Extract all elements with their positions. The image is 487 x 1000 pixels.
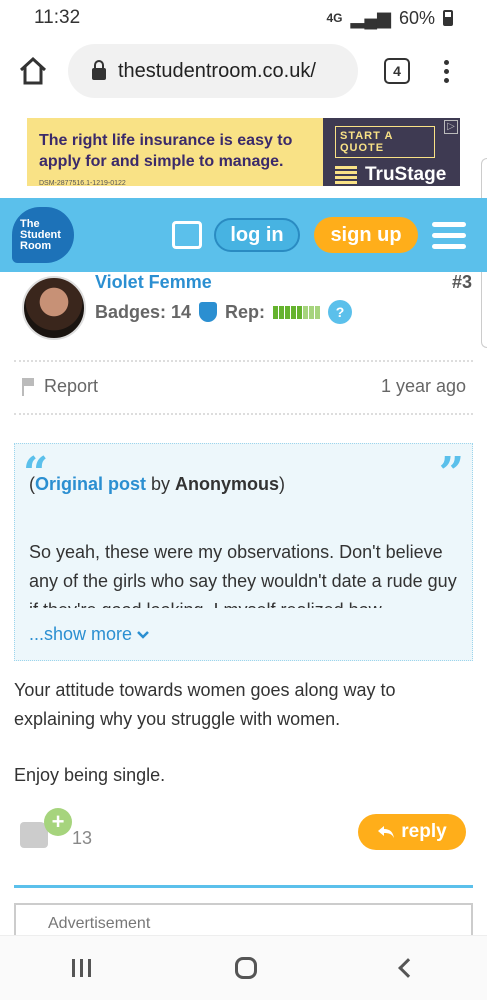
ad-headline-block: The right life insurance is easy to appl… — [27, 118, 323, 187]
status-bar: 11:32 4G ▂▄▆ 60% — [0, 0, 487, 36]
avatar[interactable] — [22, 276, 86, 340]
post-body: Your attitude towards women goes along w… — [14, 676, 474, 790]
system-nav-bar — [0, 935, 487, 1000]
report-row: Report 1 year ago — [22, 376, 466, 397]
post-paragraph: Your attitude towards women goes along w… — [14, 680, 396, 729]
top-advertisement[interactable]: The right life insurance is easy to appl… — [27, 118, 460, 187]
help-icon[interactable]: ? — [328, 300, 353, 324]
badges-count: Badges: 14 — [95, 301, 192, 322]
browser-toolbar: thestudentroom.co.uk/ 4 — [0, 36, 487, 106]
battery-icon — [443, 10, 453, 26]
trustage-logo-icon — [335, 166, 357, 184]
clock: 11:32 — [34, 7, 81, 28]
new-post-icon[interactable] — [172, 221, 202, 249]
recent-apps-button[interactable] — [72, 959, 91, 977]
like-button[interactable]: + 13 — [20, 808, 100, 853]
post-username[interactable]: Violet Femme — [95, 272, 212, 293]
browser-home-button[interactable] — [16, 54, 50, 88]
address-bar[interactable]: thestudentroom.co.uk/ — [68, 44, 358, 98]
quote-attribution: (Original post by Anonymous) — [29, 474, 285, 495]
system-home-button[interactable] — [235, 957, 257, 979]
chevron-down-icon — [137, 631, 149, 639]
hamburger-menu-icon[interactable] — [432, 221, 466, 249]
browser-menu-button[interactable] — [444, 59, 449, 83]
ad-brand-name: TruStage — [365, 164, 447, 185]
post-timestamp: 1 year ago — [380, 376, 466, 396]
reply-button[interactable]: reply — [358, 814, 466, 850]
status-icons: 4G ▂▄▆ 60% — [326, 7, 453, 29]
site-logo[interactable]: The Student Room — [12, 207, 74, 263]
report-link[interactable]: Report — [22, 376, 98, 397]
adchoices-icon[interactable]: ▷ — [444, 120, 458, 134]
ad-fineprint: DSM-2877516.1-1219-0122 — [39, 180, 126, 187]
divider — [14, 360, 473, 362]
home-icon — [19, 56, 47, 85]
rep-bars — [273, 305, 321, 319]
site-header: The Student Room log in sign up — [0, 198, 487, 272]
site-logo-text: The Student Room — [20, 218, 61, 252]
reply-label: reply — [401, 821, 447, 842]
quote-author: Anonymous — [175, 474, 280, 494]
advertisement-label: Advertisement — [48, 915, 151, 932]
quote-body: So yeah, these were my observations. Don… — [29, 542, 457, 608]
ad-cta-button[interactable]: START A QUOTE — [335, 126, 435, 158]
ad-brand-panel: START A QUOTE TruStage — [323, 118, 460, 186]
lock-icon — [92, 60, 106, 80]
signal-icon: ▂▄▆ — [350, 7, 391, 28]
plus-icon: + — [44, 808, 72, 836]
tab-count: 4 — [393, 63, 401, 79]
battery-level: 60% — [398, 7, 435, 28]
user-stats: Badges: 14 Rep: ? — [95, 300, 353, 324]
post-paragraph: Enjoy being single. — [14, 765, 166, 785]
signup-button[interactable]: sign up — [314, 217, 418, 253]
system-back-button[interactable] — [398, 958, 418, 978]
url-text: thestudentroom.co.uk/ — [118, 59, 316, 82]
close-quote-icon: ” — [438, 448, 464, 499]
flag-icon — [22, 378, 36, 397]
show-more-link[interactable]: ...show more — [29, 624, 149, 645]
tab-switcher-button[interactable]: 4 — [384, 58, 410, 84]
quote-close-paren: ) — [279, 474, 286, 494]
quote-block: “ ” (Original post by Anonymous) So yeah… — [14, 443, 473, 661]
section-divider — [14, 885, 473, 888]
post-number[interactable]: #3 — [452, 272, 472, 293]
rep-label: Rep: — [225, 301, 266, 322]
ad-headline: The right life insurance is easy to appl… — [39, 132, 293, 170]
like-count: 13 — [72, 828, 93, 848]
ad-brand: TruStage — [335, 164, 454, 186]
reply-arrow-icon — [378, 826, 395, 838]
post-header: Violet Femme #3 Badges: 14 Rep: ? — [22, 272, 472, 348]
shield-icon — [199, 302, 218, 322]
divider — [14, 413, 473, 415]
network-label: 4G — [326, 11, 343, 25]
original-post-link[interactable]: Original post — [35, 474, 146, 494]
show-more-label: ...show more — [29, 624, 133, 644]
quote-by: by — [146, 474, 176, 494]
login-button[interactable]: log in — [214, 218, 300, 252]
report-label: Report — [44, 376, 99, 396]
